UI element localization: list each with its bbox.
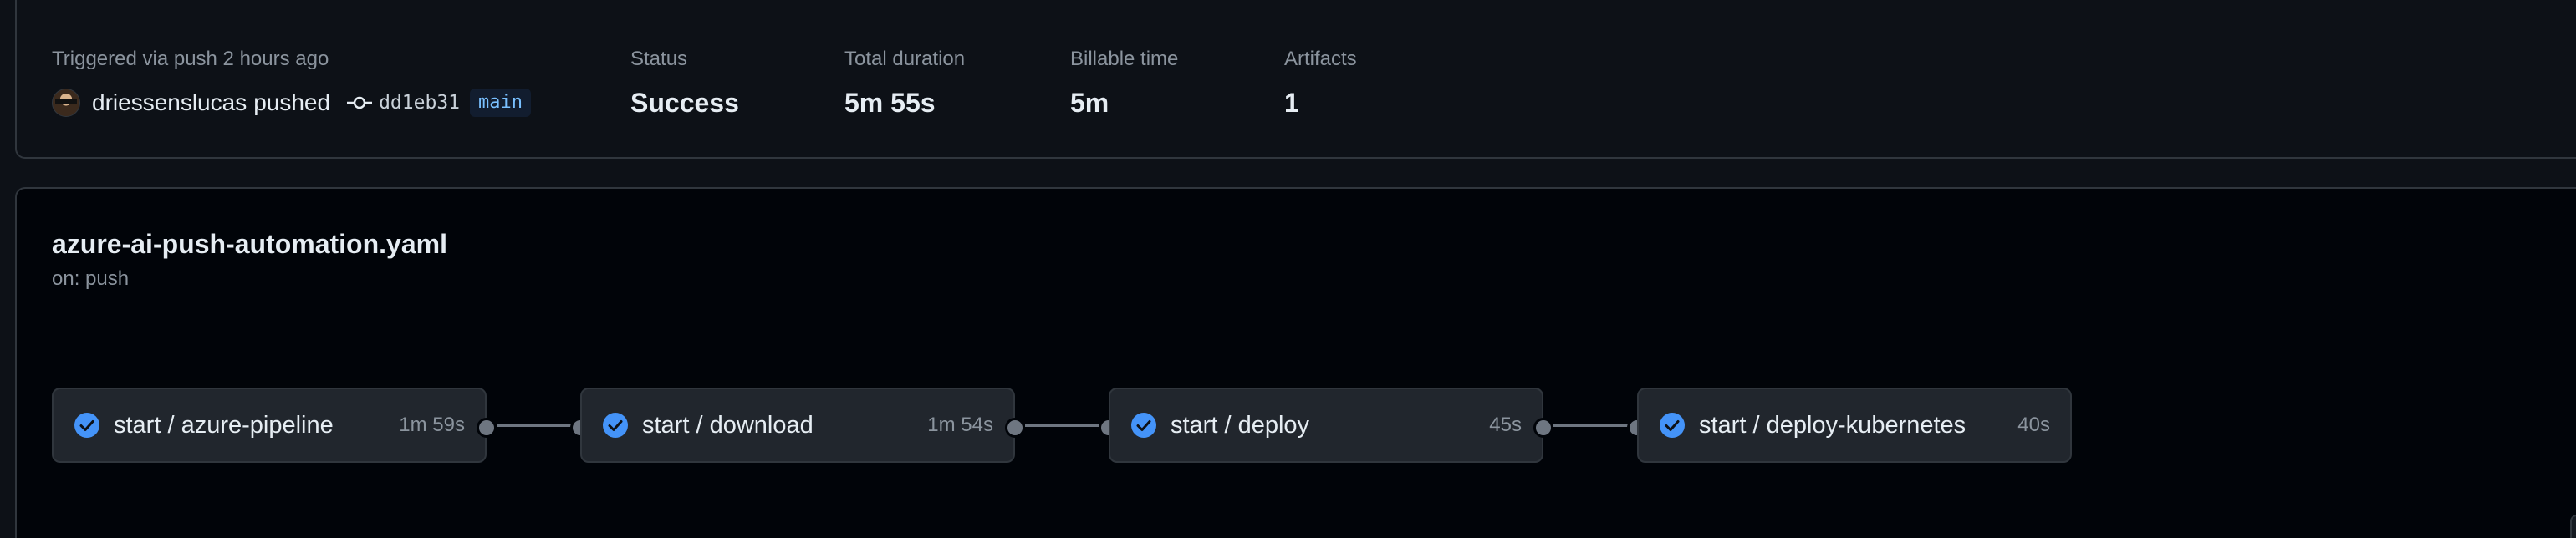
- duration-info: Total duration 5m 55s: [844, 45, 965, 120]
- check-circle-fill-icon: [603, 413, 628, 438]
- job-output-port: [477, 418, 497, 438]
- duration-label: Total duration: [844, 48, 966, 70]
- artifacts-info: Artifacts 1: [1284, 45, 1357, 120]
- job-connector: [497, 424, 575, 427]
- push-details: driessenslucas pushed dd1eb31 main: [52, 85, 531, 120]
- job-output-port: [1533, 418, 1553, 438]
- branch-badge[interactable]: main: [470, 89, 531, 117]
- push-action-text: pushed: [253, 89, 331, 115]
- workflow-file-name[interactable]: azure-ai-push-automation.yaml: [52, 229, 447, 260]
- billable-label: Billable time: [1070, 48, 1179, 70]
- trigger-label: Triggered via push 2 hours ago: [52, 48, 329, 70]
- status-label: Status: [630, 48, 688, 70]
- job-connector: [1025, 424, 1104, 427]
- job-name: start / deploy: [1171, 411, 1310, 439]
- job-output-port: [1005, 418, 1025, 438]
- commit-sha-link[interactable]: dd1eb31: [379, 92, 460, 114]
- job-card-azure-pipeline[interactable]: start / azure-pipeline 1m 59s: [52, 388, 487, 463]
- check-circle-fill-icon: [1131, 413, 1156, 438]
- trigger-info: Triggered via push 2 hours ago driessens…: [52, 45, 531, 120]
- artifacts-label: Artifacts: [1284, 48, 1357, 70]
- check-circle-fill-icon: [1660, 413, 1685, 438]
- git-commit-icon: [347, 96, 373, 109]
- billable-info: Billable time 5m: [1070, 45, 1178, 120]
- job-connector: [1553, 424, 1632, 427]
- actor-link[interactable]: driessenslucas: [92, 89, 247, 116]
- job-card-deploy[interactable]: start / deploy 45s: [1109, 388, 1543, 463]
- graph-zoom-control[interactable]: [2570, 515, 2576, 538]
- job-name: start / download: [642, 411, 814, 439]
- artifacts-value[interactable]: 1: [1284, 85, 1357, 120]
- job-duration: 40s: [2017, 414, 2050, 436]
- duration-value: 5m 55s: [844, 88, 936, 118]
- billable-value[interactable]: 5m: [1070, 85, 1178, 120]
- status-value: Success: [630, 88, 739, 118]
- job-duration: 45s: [1489, 414, 1522, 436]
- job-duration: 1m 59s: [399, 414, 465, 436]
- status-info: Status Success: [630, 45, 739, 120]
- workflow-graph-panel: azure-ai-push-automation.yaml on: push s…: [15, 187, 2576, 538]
- job-card-download[interactable]: start / download 1m 54s: [580, 388, 1015, 463]
- run-summary-panel: Triggered via push 2 hours ago driessens…: [15, 0, 2576, 159]
- job-duration: 1m 54s: [927, 414, 993, 436]
- check-circle-fill-icon: [74, 413, 99, 438]
- workflow-trigger: on: push: [52, 267, 130, 290]
- job-name: start / azure-pipeline: [114, 411, 334, 439]
- job-card-deploy-kubernetes[interactable]: start / deploy-kubernetes 40s: [1637, 388, 2072, 463]
- job-name: start / deploy-kubernetes: [1699, 411, 1966, 439]
- avatar[interactable]: [52, 89, 80, 117]
